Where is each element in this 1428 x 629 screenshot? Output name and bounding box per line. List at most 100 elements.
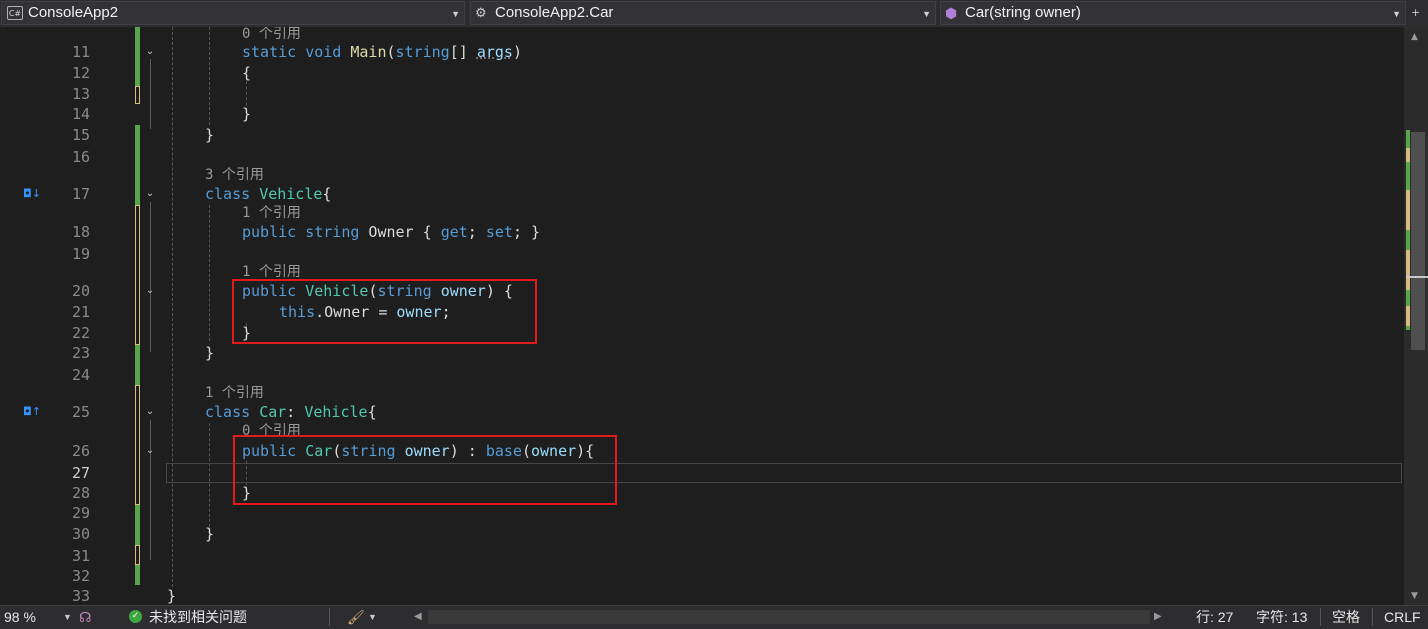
horizontal-scrollbar[interactable]: [428, 610, 1150, 624]
line-number: 20: [71, 282, 90, 300]
scroll-change-marker: [1406, 148, 1410, 162]
collapse-chevron-icon[interactable]: ⌄: [143, 45, 157, 59]
code-line[interactable]: 21 this.Owner = owner;: [0, 302, 1404, 322]
code-line[interactable]: 30 }: [0, 524, 1404, 544]
reference-count[interactable]: 1 个引用: [205, 383, 264, 403]
code-text: }: [205, 525, 215, 543]
code-text: public string Owner { get; set; }: [242, 223, 541, 241]
status-bar: 98 % ▼ ☊ ✓ 未找到相关问题 🖌 ▼ ◀ ▶ 行: 27 字符: 13 …: [0, 605, 1428, 629]
scroll-up-arrow-icon[interactable]: ▲: [1411, 32, 1418, 42]
code-line[interactable]: 24: [0, 365, 1404, 385]
scroll-left-arrow-icon[interactable]: ◀: [414, 606, 422, 628]
code-line[interactable]: 18 public string Owner { get; set; }: [0, 222, 1404, 242]
split-icon[interactable]: +: [1411, 6, 1420, 19]
code-line[interactable]: 14 }: [0, 104, 1404, 124]
class-dropdown[interactable]: ⚙ ConsoleApp2.Car ▼: [470, 1, 936, 25]
code-line[interactable]: 12 {: [0, 63, 1404, 83]
scroll-right-arrow-icon[interactable]: ▶: [1154, 606, 1162, 628]
code-line[interactable]: 15 }: [0, 125, 1404, 145]
code-line[interactable]: 19: [0, 244, 1404, 264]
reference-count[interactable]: 1 个引用: [242, 203, 301, 223]
code-text: }: [205, 126, 215, 144]
code-line[interactable]: 29: [0, 503, 1404, 523]
code-cleanup-brush-icon[interactable]: 🖌: [347, 606, 365, 628]
method-cube-icon: ⬢: [945, 5, 958, 21]
collapse-chevron-icon[interactable]: ⌄: [143, 284, 157, 298]
code-line[interactable]: ◘↓ 17 ⌄ class Vehicle{: [0, 184, 1404, 204]
line-number: 33: [71, 587, 90, 605]
code-text: {: [242, 64, 252, 82]
chevron-down-icon: ▼: [922, 9, 931, 19]
scroll-change-marker: [1406, 190, 1410, 230]
scroll-change-marker: [1406, 306, 1410, 326]
reference-count[interactable]: 3 个引用: [205, 165, 264, 185]
navigation-bar: C# ConsoleApp2 ▼ ⚙ ConsoleApp2.Car ▼ ⬢ C…: [0, 0, 1428, 28]
code-line[interactable]: 11 ⌄ static void Main(string[] args): [0, 42, 1404, 62]
member-dropdown[interactable]: ⬢ Car(string owner) ▼: [940, 1, 1406, 25]
collapse-chevron-icon[interactable]: ⌄: [143, 444, 157, 458]
scroll-down-arrow-icon[interactable]: ▼: [1411, 591, 1418, 601]
code-line[interactable]: 20 ⌄ public Vehicle(string owner) {: [0, 281, 1404, 301]
chevron-down-icon: ▼: [1392, 9, 1401, 19]
intellicode-icon[interactable]: ☊: [79, 606, 91, 628]
code-text: }: [205, 344, 215, 362]
csharp-project-icon: C#: [7, 6, 23, 20]
class-label: ConsoleApp2.Car: [495, 4, 614, 21]
line-indicator[interactable]: 行: 27: [1196, 606, 1233, 628]
line-number: 29: [71, 504, 90, 522]
scrollbar-thumb[interactable]: [1411, 132, 1425, 350]
line-number: 28: [71, 484, 90, 502]
divider: [1320, 608, 1321, 626]
collapse-chevron-icon[interactable]: ⌄: [143, 405, 157, 419]
scroll-change-marker: [1406, 250, 1410, 290]
code-line[interactable]: 33 }: [0, 586, 1404, 605]
line-number: 18: [71, 223, 90, 241]
code-line-current[interactable]: 27: [0, 463, 1404, 483]
member-label: Car(string owner): [965, 4, 1081, 21]
line-number: 23: [71, 344, 90, 362]
line-ending[interactable]: CRLF: [1384, 606, 1421, 628]
code-line[interactable]: 23 }: [0, 343, 1404, 363]
line-number: 21: [71, 303, 90, 321]
divider: [329, 608, 330, 626]
code-line[interactable]: 28 }: [0, 483, 1404, 503]
line-number: 24: [71, 366, 90, 384]
collapse-chevron-icon[interactable]: ⌄: [143, 187, 157, 201]
code-text: class Vehicle{: [205, 185, 332, 203]
line-number: 13: [71, 85, 90, 103]
line-number: 15: [71, 126, 90, 144]
line-number: 32: [71, 567, 90, 585]
code-text: }: [242, 105, 252, 123]
code-text: }: [167, 587, 177, 605]
chevron-down-icon[interactable]: ▼: [368, 606, 377, 628]
indentation-mode[interactable]: 空格: [1332, 606, 1360, 628]
code-line[interactable]: 31: [0, 546, 1404, 566]
line-number: 14: [71, 105, 90, 123]
scroll-caret-marker: [1406, 276, 1428, 278]
line-number: 26: [71, 442, 90, 460]
code-line[interactable]: 22 }: [0, 323, 1404, 343]
code-line[interactable]: ◘↑ 25 ⌄ class Car: Vehicle{: [0, 402, 1404, 422]
code-text: static void Main(string[] args): [242, 43, 522, 61]
project-dropdown[interactable]: C# ConsoleApp2 ▼: [1, 1, 465, 25]
implementation-down-icon[interactable]: ◘↓: [23, 184, 41, 204]
code-line[interactable]: 13: [0, 84, 1404, 104]
code-editor[interactable]: 0 个引用 3 个引用 1 个引用 1 个引用 1 个引用 0 个引用 11 ⌄…: [0, 27, 1404, 605]
char-indicator[interactable]: 字符: 13: [1256, 606, 1307, 628]
line-number: 12: [71, 64, 90, 82]
check-circle-icon: ✓: [129, 610, 142, 623]
line-number: 31: [71, 547, 90, 565]
line-number: 25: [71, 403, 90, 421]
implementation-up-icon[interactable]: ◘↑: [23, 402, 41, 422]
code-line[interactable]: 26 ⌄ public Car(string owner) : base(own…: [0, 441, 1404, 461]
line-number: 27: [71, 464, 90, 482]
code-line[interactable]: 16: [0, 147, 1404, 167]
code-text: class Car: Vehicle{: [205, 403, 377, 421]
issues-status[interactable]: 未找到相关问题: [149, 606, 247, 628]
chevron-down-icon[interactable]: ▼: [63, 606, 72, 628]
line-number: 11: [71, 43, 90, 61]
line-number: 17: [71, 185, 90, 203]
code-line[interactable]: 32: [0, 566, 1404, 586]
highlight-box-vehicle-constructor: [232, 279, 537, 344]
zoom-level[interactable]: 98 %: [4, 606, 36, 628]
